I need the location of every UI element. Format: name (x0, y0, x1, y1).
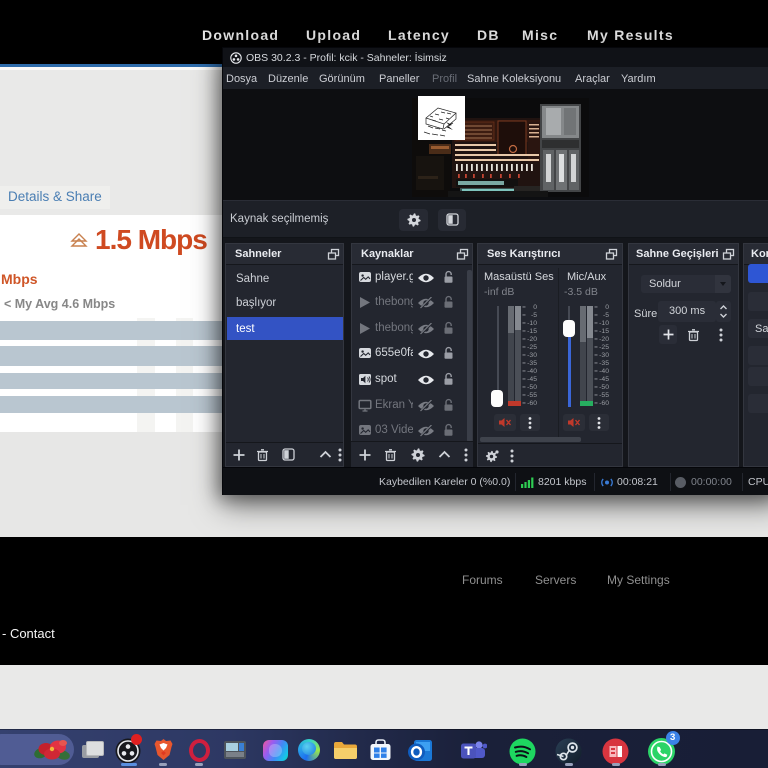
svg-text:-50: -50 (527, 384, 537, 391)
svg-text:-40: -40 (527, 368, 537, 375)
svg-text:-30: -30 (599, 352, 609, 359)
svg-text:-45: -45 (599, 376, 609, 383)
svg-text:-5: -5 (531, 312, 537, 319)
svg-text:0: 0 (605, 304, 609, 311)
svg-text:-5: -5 (603, 312, 609, 319)
svg-text:-50: -50 (599, 384, 609, 391)
svg-text:-15: -15 (599, 328, 609, 335)
svg-text:-60: -60 (527, 400, 537, 407)
svg-text:-20: -20 (527, 336, 537, 343)
svg-text:-40: -40 (599, 368, 609, 375)
svg-text:-10: -10 (527, 320, 537, 327)
svg-text:-35: -35 (527, 360, 537, 367)
svg-text:-25: -25 (527, 344, 537, 351)
svg-text:-55: -55 (527, 392, 537, 399)
svg-text:0: 0 (533, 304, 537, 311)
svg-text:-30: -30 (527, 352, 537, 359)
svg-text:-20: -20 (599, 336, 609, 343)
svg-text:-15: -15 (527, 328, 537, 335)
svg-text:-35: -35 (599, 360, 609, 367)
svg-text:-55: -55 (599, 392, 609, 399)
svg-text:-45: -45 (527, 376, 537, 383)
svg-text:-60: -60 (599, 400, 609, 407)
svg-text:-10: -10 (599, 320, 609, 327)
svg-text:-25: -25 (599, 344, 609, 351)
